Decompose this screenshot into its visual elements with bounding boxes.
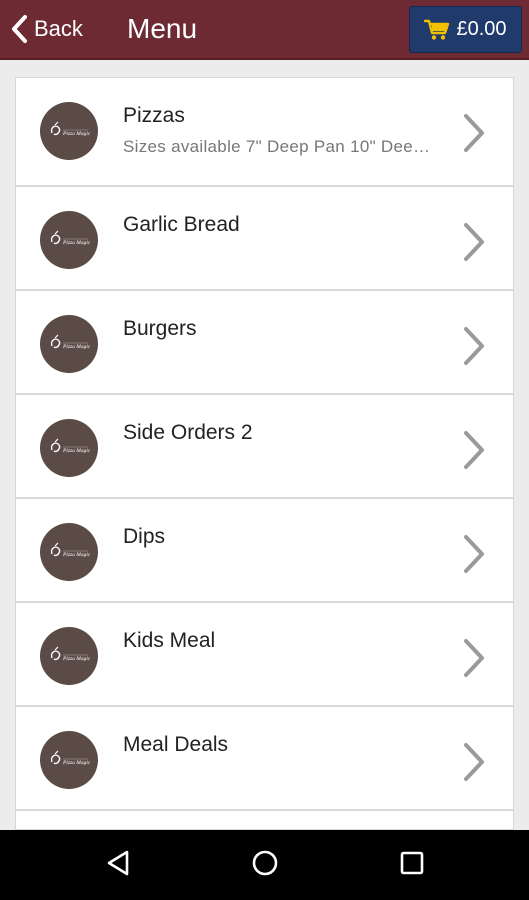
chevron-right-icon	[461, 741, 487, 783]
chevron-right-icon	[461, 325, 487, 367]
menu-item-row[interactable]: Pizza Magic Garlic Bread	[16, 187, 513, 291]
menu-item-row[interactable]: Pizza Magic	[16, 811, 513, 829]
menu-item-name: Dips	[123, 525, 166, 548]
menu-item-name: Garlic Bread	[123, 213, 240, 236]
svg-text:Pizza Magic: Pizza Magic	[62, 131, 91, 137]
nav-home-button[interactable]	[248, 848, 282, 882]
svg-text:Pizza Magic: Pizza Magic	[62, 552, 91, 558]
menu-item-name: Pizzas	[123, 104, 185, 127]
menu-list: Pizza Magic Pizzas Sizes available 7" Deep…	[15, 77, 514, 830]
chevron-right-icon	[461, 112, 487, 154]
cart-total: £0.00	[456, 18, 507, 40]
page-title: Menu	[127, 13, 198, 44]
back-button[interactable]: Back	[10, 8, 83, 50]
chevron-right-icon	[461, 637, 487, 679]
header-bar: Back Menu £0.00	[0, 0, 529, 60]
restaurant-logo-icon: Pizza Magic	[40, 731, 98, 789]
menu-item-row[interactable]: Pizza Magic Side Orders 2	[16, 395, 513, 499]
restaurant-logo-icon: Pizza Magic	[40, 102, 98, 160]
chevron-left-icon	[10, 14, 28, 44]
home-circle-icon	[251, 849, 279, 882]
menu-item-row[interactable]: Pizza Magic Kids Meal	[16, 603, 513, 707]
nav-back-button[interactable]	[101, 848, 135, 882]
svg-text:Pizza Magic: Pizza Magic	[62, 656, 91, 662]
cart-icon	[424, 19, 456, 41]
restaurant-logo-icon: Pizza Magic	[40, 315, 98, 373]
restaurant-logo-icon: Pizza Magic	[40, 627, 98, 685]
menu-item-description: Sizes available 7" Deep Pan 10" Deep Pan…	[123, 137, 435, 156]
menu-item-name: Burgers	[123, 317, 197, 340]
cart-button[interactable]: £0.00	[409, 6, 522, 53]
svg-text:Pizza Magic: Pizza Magic	[62, 344, 91, 350]
chevron-right-icon	[461, 221, 487, 263]
recents-square-icon	[399, 850, 425, 881]
menu-item-row[interactable]: Pizza Magic Burgers	[16, 291, 513, 395]
back-triangle-icon	[105, 849, 131, 882]
menu-item-row[interactable]: Pizza Magic Meal Deals	[16, 707, 513, 811]
menu-item-name: Kids Meal	[123, 629, 216, 652]
chevron-right-icon	[461, 429, 487, 471]
restaurant-logo-icon: Pizza Magic	[40, 211, 98, 269]
svg-text:Pizza Magic: Pizza Magic	[62, 448, 91, 454]
restaurant-logo-icon: Pizza Magic	[40, 419, 98, 477]
restaurant-logo-icon: Pizza Magic	[40, 523, 98, 581]
app-screen: Back Menu £0.00 Pizza Magic Pizzas Sizes a…	[0, 0, 529, 900]
menu-item-name: Side Orders 2	[123, 421, 253, 444]
chevron-right-icon	[461, 533, 487, 575]
svg-text:Pizza Magic: Pizza Magic	[62, 760, 91, 766]
system-navigation-bar	[0, 830, 529, 900]
back-label: Back	[34, 16, 83, 41]
menu-item-name: Meal Deals	[123, 733, 229, 756]
menu-item-row[interactable]: Pizza Magic Dips	[16, 499, 513, 603]
svg-text:Pizza Magic: Pizza Magic	[62, 240, 91, 246]
nav-recents-button[interactable]	[395, 848, 429, 882]
menu-item-row[interactable]: Pizza Magic Pizzas Sizes available 7" Deep…	[16, 78, 513, 187]
